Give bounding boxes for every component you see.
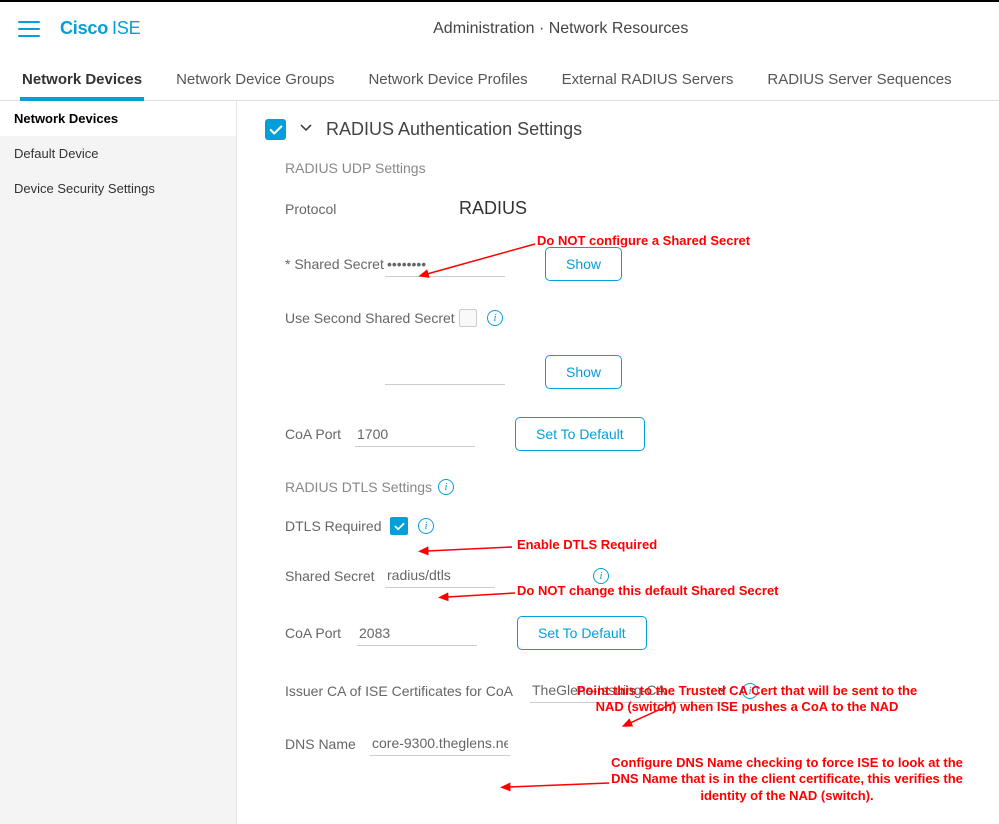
issuer-select[interactable]: TheGlens-Issuing-CA	[530, 678, 730, 703]
tab-network-device-groups[interactable]: Network Device Groups	[176, 71, 334, 100]
section-checkbox[interactable]	[265, 119, 286, 140]
issuer-label: Issuer CA of ISE Certificates for CoA	[285, 683, 530, 699]
main-panel: RADIUS Authentication Settings RADIUS UD…	[237, 101, 999, 824]
show-button-2[interactable]: Show	[545, 355, 622, 389]
top-bar: CiscoISE Administration · Network Resour…	[0, 0, 999, 55]
coa-port-label: CoA Port	[285, 426, 355, 442]
info-icon[interactable]: i	[418, 518, 434, 534]
info-icon[interactable]: i	[487, 310, 503, 326]
sidebar-item-network-devices[interactable]: Network Devices	[0, 101, 236, 136]
sidebar-item-default-device[interactable]: Default Device	[0, 136, 236, 171]
dtls-secret-label: Shared Secret	[285, 568, 385, 584]
chevron-down-icon[interactable]	[298, 119, 314, 140]
dtls-subheader: RADIUS DTLS Settings i	[285, 479, 971, 495]
arrow-icon	[499, 773, 619, 793]
dtls-secret-input[interactable]	[385, 563, 495, 588]
info-icon[interactable]: i	[438, 479, 454, 495]
dtls-coa-port-label: CoA Port	[285, 625, 357, 641]
sidebar: Network Devices Default Device Device Se…	[0, 101, 237, 824]
protocol-label: Protocol	[285, 201, 459, 217]
use-second-label: Use Second Shared Secret	[285, 310, 459, 326]
set-default-button-1[interactable]: Set To Default	[515, 417, 645, 451]
second-secret-input[interactable]	[385, 360, 505, 385]
tab-network-devices[interactable]: Network Devices	[22, 71, 142, 100]
annotation-5: Configure DNS Name checking to force ISE…	[607, 755, 967, 804]
shared-secret-input[interactable]	[385, 252, 505, 277]
set-default-button-2[interactable]: Set To Default	[517, 616, 647, 650]
dtls-required-label: DTLS Required	[285, 518, 390, 534]
sidebar-item-device-security[interactable]: Device Security Settings	[0, 171, 236, 206]
dns-label: DNS Name	[285, 736, 370, 752]
coa-port-input[interactable]	[355, 422, 475, 447]
brand-logo: CiscoISE	[60, 18, 140, 39]
udp-subheader: RADIUS UDP Settings	[285, 160, 971, 176]
dtls-coa-port-input[interactable]	[357, 621, 477, 646]
tab-radius-server-sequences[interactable]: RADIUS Server Sequences	[767, 71, 951, 100]
section-title: RADIUS Authentication Settings	[326, 119, 582, 140]
show-button-1[interactable]: Show	[545, 247, 622, 281]
tab-external-radius-servers[interactable]: External RADIUS Servers	[562, 71, 734, 100]
tab-network-device-profiles[interactable]: Network Device Profiles	[368, 71, 527, 100]
dtls-required-checkbox[interactable]	[390, 517, 408, 535]
use-second-checkbox[interactable]	[459, 309, 477, 327]
protocol-value: RADIUS	[459, 198, 527, 219]
tab-bar: Network Devices Network Device Groups Ne…	[0, 55, 999, 101]
info-icon[interactable]: i	[742, 683, 758, 699]
info-icon[interactable]: i	[593, 568, 609, 584]
breadcrumb: Administration · Network Resources	[140, 20, 981, 38]
shared-secret-label: * Shared Secret	[285, 256, 385, 272]
chevron-down-icon	[716, 683, 728, 698]
hamburger-icon[interactable]	[18, 21, 40, 37]
dns-input[interactable]	[370, 731, 510, 756]
